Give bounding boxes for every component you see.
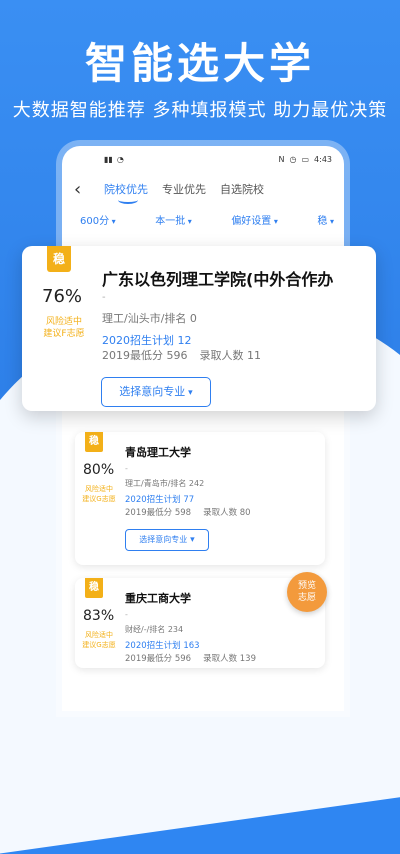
preview-line1: 预览 — [297, 581, 316, 591]
admitted-count: 录取人数 80 — [203, 508, 251, 518]
tab-major-first[interactable]: 专业优先 — [162, 181, 206, 197]
stable-badge: 稳 — [47, 246, 71, 272]
risk-line: 风险适中 — [85, 485, 113, 493]
risk-note: 风险适中 建议G志愿 — [79, 630, 119, 650]
admission-probability: 83% — [83, 608, 115, 624]
filter-preference[interactable]: 偏好设置 — [231, 212, 278, 227]
school-name: 青岛理工大学 — [125, 446, 191, 459]
admitted-count: 录取人数 11 — [199, 349, 262, 362]
school-name: 重庆工商大学 — [125, 592, 191, 605]
filter-batch[interactable]: 本一批 — [155, 212, 192, 227]
school-info: 理工/汕头市/排名 0 — [102, 312, 197, 325]
admission-stats: 2019最低分 596 录取人数 139 — [125, 652, 256, 664]
enrollment-plan: 2020招生计划 163 — [125, 641, 200, 651]
risk-note: 风险适中 建议F志愿 — [40, 316, 88, 340]
school-dash: - — [125, 610, 128, 619]
choose-major-button[interactable]: 选择意向专业 — [125, 529, 209, 551]
suggestion-line: 建议G志愿 — [82, 495, 116, 503]
filter-bar: 600分 本一批 偏好设置 稳 — [62, 206, 344, 227]
status-bar: ▮▮ ◔ N ◷ ▭ 4:43 — [62, 146, 344, 172]
admission-probability: 80% — [83, 462, 115, 478]
school-dash: - — [125, 464, 128, 473]
promo-headline: 智能选大学 — [84, 39, 315, 88]
min-score: 2019最低分 596 — [102, 349, 188, 362]
school-info: 财经/-/排名 234 — [125, 625, 184, 634]
tab-custom-school[interactable]: 自选院校 — [220, 181, 264, 197]
top-nav: ‹ 院校优先 专业优先 自选院校 — [62, 172, 344, 206]
status-icons-right: N ◷ ▭ 4:43 — [279, 155, 333, 164]
battery-icon: ▭ — [301, 154, 310, 164]
stable-badge: 稳 — [85, 578, 103, 598]
enrollment-plan: 2020招生计划 12 — [102, 334, 192, 347]
chevron-left-icon[interactable]: ‹ — [74, 179, 104, 200]
suggestion-line: 建议G志愿 — [82, 641, 116, 649]
risk-line: 风险适中 — [85, 631, 113, 639]
alarm-icon: ◷ — [289, 154, 297, 164]
filter-score[interactable]: 600分 — [80, 212, 116, 227]
preview-line2: 志愿 — [297, 593, 316, 603]
admission-probability: 76% — [42, 286, 83, 307]
filter-risk[interactable]: 稳 — [317, 212, 334, 227]
risk-note: 风险适中 建议G志愿 — [79, 484, 119, 504]
featured-school-card[interactable]: 稳 76% 风险适中 建议F志愿 广东以色列理工学院(中外合作办 - 理工/汕头… — [22, 246, 376, 411]
tab-school-first[interactable]: 院校优先 — [104, 181, 148, 204]
status-time: 4:43 — [314, 154, 332, 164]
school-card[interactable]: 稳 80% 风险适中 建议G志愿 青岛理工大学 - 理工/青岛市/排名 242 … — [75, 432, 325, 565]
wifi-icon: ◔ — [116, 154, 124, 164]
admitted-count: 录取人数 139 — [203, 654, 256, 664]
admission-stats: 2019最低分 596 录取人数 11 — [102, 347, 261, 363]
stable-badge: 稳 — [85, 432, 103, 452]
status-icons-left: ▮▮ ◔ — [104, 155, 124, 164]
preview-choices-button[interactable]: 预览 志愿 — [287, 572, 327, 612]
choose-major-button[interactable]: 选择意向专业 — [101, 377, 211, 407]
school-name: 广东以色列理工学院(中外合作办 — [102, 270, 334, 289]
min-score: 2019最低分 598 — [125, 508, 192, 518]
enrollment-plan: 2020招生计划 77 — [125, 495, 195, 505]
suggestion-line: 建议F志愿 — [43, 329, 85, 339]
school-info: 理工/青岛市/排名 242 — [125, 479, 205, 488]
min-score: 2019最低分 596 — [125, 654, 192, 664]
school-dash: - — [102, 292, 106, 303]
nfc-icon: N — [278, 154, 285, 164]
risk-line: 风险适中 — [45, 317, 82, 327]
promo-subline: 大数据智能推荐 多种填报模式 助力最优决策 — [12, 100, 388, 121]
admission-stats: 2019最低分 598 录取人数 80 — [125, 506, 251, 518]
signal-icon: ▮▮ — [104, 154, 113, 164]
